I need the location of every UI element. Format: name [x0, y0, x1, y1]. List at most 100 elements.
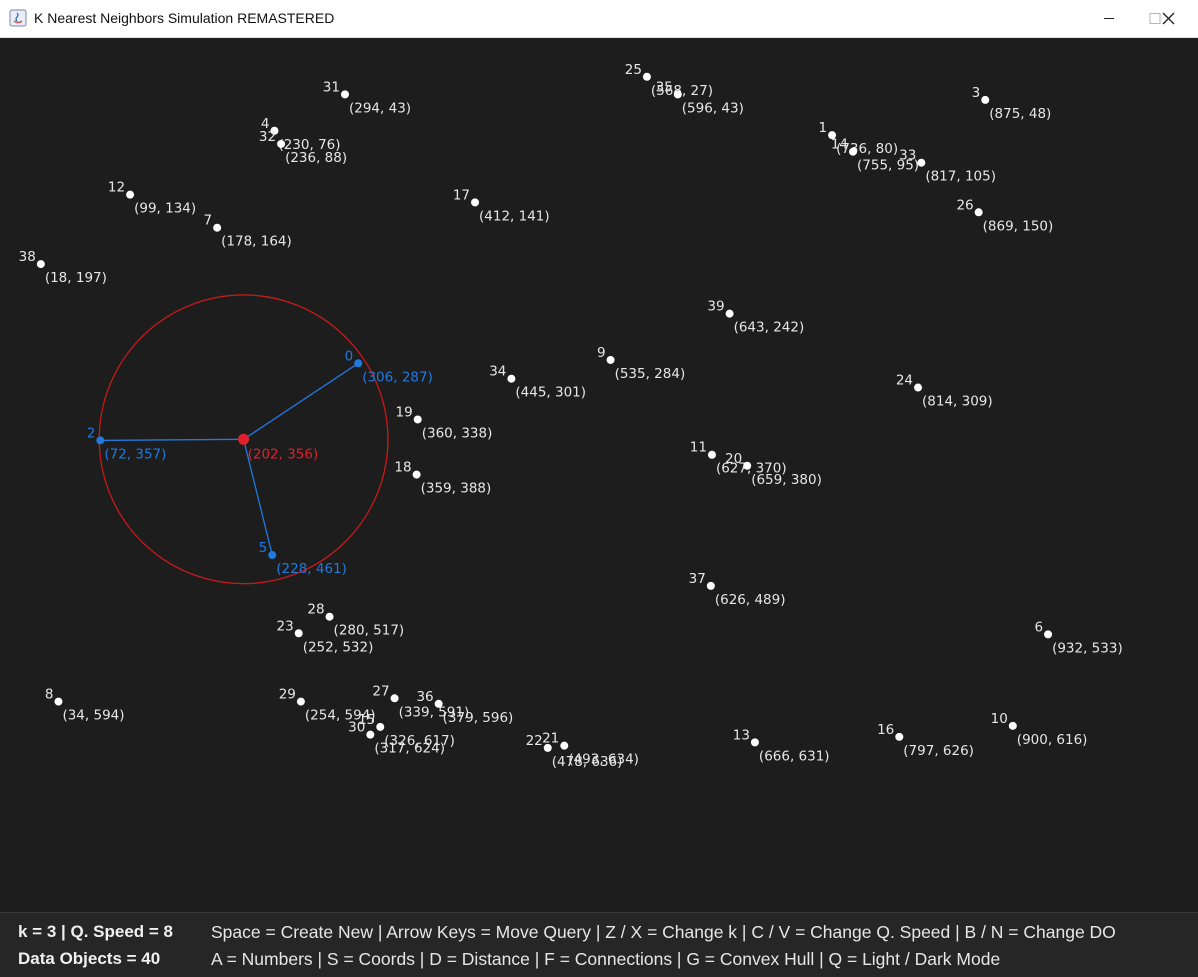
point-coords-label: (797, 626)	[903, 743, 974, 759]
data-point	[917, 158, 926, 167]
minimize-button[interactable]	[1086, 0, 1132, 37]
point-coords-label: (932, 533)	[1052, 640, 1123, 656]
point-number-label: 31	[323, 79, 340, 95]
data-point	[54, 697, 63, 706]
data-point	[268, 551, 277, 560]
point-number-label: 22	[526, 733, 543, 749]
data-point	[707, 450, 716, 459]
data-point	[706, 581, 715, 590]
point-coords-label: (236, 88)	[285, 150, 347, 166]
data-point	[340, 90, 349, 99]
point-number-label: 12	[108, 180, 125, 196]
point-number-label: 13	[733, 727, 750, 743]
point-number-label: 14	[831, 137, 848, 153]
data-point	[507, 374, 516, 383]
point-coords-label: (228, 461)	[276, 561, 347, 577]
point-number-label: 16	[877, 722, 894, 738]
data-point	[36, 260, 45, 269]
controls-help-line-2: A = Numbers | S = Coords | D = Distance …	[211, 949, 1001, 969]
data-point	[543, 743, 552, 752]
point-number-label: 17	[453, 187, 470, 203]
point-coords-label: (478, 636)	[552, 754, 623, 770]
point-coords-label: (666, 631)	[759, 748, 830, 764]
data-point	[914, 383, 923, 392]
point-coords-label: (875, 48)	[989, 106, 1051, 122]
point-coords-label: (379, 596)	[443, 710, 514, 726]
simulation-canvas[interactable]: 0 (306, 287) 1 (736, 80) 2 (72, 357) 3 (875, 48…	[0, 38, 1198, 912]
point-number-label: 38	[19, 249, 36, 265]
point-coords-label: (178, 164)	[221, 234, 292, 250]
data-point	[606, 355, 615, 364]
point-number-label: 2	[87, 425, 96, 441]
data-objects-status: Data Objects = 40	[18, 949, 161, 968]
point-number-label: 29	[279, 687, 296, 703]
data-point	[560, 741, 569, 750]
point-coords-label: (626, 489)	[715, 592, 786, 608]
data-point	[354, 359, 363, 368]
title-bar: K Nearest Neighbors Simulation REMASTERE…	[0, 0, 1198, 38]
k-and-speed-status: k = 3 | Q. Speed = 8	[18, 922, 174, 941]
point-number-label: 19	[396, 404, 413, 420]
point-number-label: 10	[991, 711, 1008, 727]
point-number-label: 0	[345, 348, 354, 364]
point-number-label: 21	[542, 731, 559, 747]
data-point	[390, 694, 399, 703]
java-app-icon	[9, 9, 27, 27]
point-coords-label: (412, 141)	[479, 208, 550, 224]
neighbor-connection-line	[100, 438, 244, 442]
data-point	[750, 738, 759, 747]
data-point	[277, 139, 286, 148]
data-point	[743, 461, 752, 470]
data-point	[376, 722, 385, 731]
point-number-label: 3	[972, 85, 981, 101]
point-number-label: 7	[204, 213, 213, 229]
data-point	[413, 415, 422, 424]
point-number-label: 18	[394, 460, 411, 476]
data-point	[725, 309, 734, 318]
query-point	[238, 433, 250, 445]
data-point	[126, 190, 135, 199]
data-point	[974, 208, 983, 217]
close-button[interactable]	[1146, 0, 1198, 37]
point-number-label: 24	[896, 373, 913, 389]
data-point	[673, 90, 682, 99]
point-coords-label: (280, 517)	[334, 623, 405, 639]
point-coords-label: (869, 150)	[983, 218, 1054, 234]
controls-help-line-1: Space = Create New | Arrow Keys = Move Q…	[211, 922, 1116, 942]
point-coords-label: (18, 197)	[45, 270, 107, 286]
window-title: K Nearest Neighbors Simulation REMASTERE…	[34, 10, 335, 26]
point-number-label: 34	[489, 364, 506, 380]
point-number-label: 35	[656, 79, 673, 95]
data-point	[981, 95, 990, 104]
neighbor-connection-line	[243, 362, 359, 440]
point-number-label: 8	[45, 687, 54, 703]
point-coords-label: (643, 242)	[734, 320, 805, 336]
point-number-label: 32	[259, 129, 276, 145]
point-number-label: 5	[259, 540, 268, 556]
data-point	[434, 699, 443, 708]
point-coords-label: (294, 43)	[349, 100, 411, 116]
point-coords-label: (659, 380)	[751, 472, 822, 488]
close-icon	[1162, 12, 1175, 25]
point-coords-label: (900, 616)	[1017, 732, 1088, 748]
point-coords-label: (814, 309)	[922, 394, 993, 410]
data-point	[1008, 721, 1017, 730]
point-number-label: 26	[956, 197, 973, 213]
data-point	[895, 732, 904, 741]
point-number-label: 39	[707, 299, 724, 315]
data-point	[294, 629, 303, 638]
point-number-label: 20	[725, 451, 742, 467]
query-coords-label: (202, 356)	[248, 446, 319, 462]
point-coords-label: (252, 532)	[303, 639, 374, 655]
point-coords-label: (306, 287)	[362, 369, 433, 385]
point-coords-label: (596, 43)	[682, 100, 744, 116]
point-coords-label: (817, 105)	[925, 169, 996, 185]
point-coords-label: (72, 357)	[104, 446, 166, 462]
point-number-label: 37	[689, 571, 706, 587]
simulation-plot: 0(306, 287)1(736, 80)2(72, 357)3(875, 48…	[19, 62, 1123, 770]
data-point	[366, 730, 375, 739]
point-coords-label: (360, 338)	[422, 425, 493, 441]
data-point	[642, 72, 651, 81]
data-point	[213, 223, 222, 232]
data-point	[96, 436, 105, 445]
